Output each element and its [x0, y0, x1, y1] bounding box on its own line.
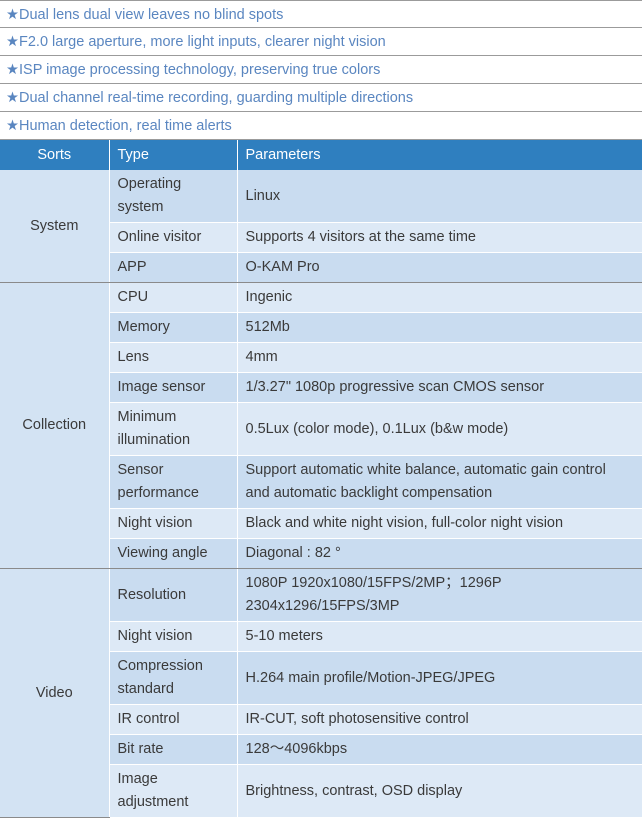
param-cell: Supports 4 visitors at the same time: [237, 222, 642, 253]
type-cell: Compression standard: [109, 651, 238, 705]
param-cell: 0.5Lux (color mode), 0.1Lux (b&w mode): [237, 402, 642, 456]
table-row: System Operating system Linux: [0, 170, 642, 283]
type-cell: Resolution: [109, 568, 238, 622]
header-sorts: Sorts: [0, 140, 110, 170]
type-cell: Bit rate: [109, 734, 238, 765]
param-cell: H.264 main profile/Motion-JPEG/JPEG: [237, 651, 642, 705]
type-cell: Online visitor: [109, 222, 238, 253]
table-row: Video Resolution 1080P 1920x1080/15FPS/2…: [0, 568, 642, 818]
param-cell: Ingenic: [237, 282, 642, 313]
type-cell: Lens: [109, 342, 238, 373]
feature-item: ★F2.0 large aperture, more light inputs,…: [0, 28, 642, 56]
star-icon: ★: [6, 118, 19, 134]
type-cell: Memory: [109, 312, 238, 343]
header-parameters: Parameters: [237, 140, 642, 170]
type-cell: Image adjustment: [109, 764, 238, 818]
star-icon: ★: [6, 7, 19, 23]
section-collection: Collection: [0, 282, 110, 569]
header-type: Type: [109, 140, 238, 170]
table-row: Collection CPU Ingenic: [0, 282, 642, 569]
star-icon: ★: [6, 90, 19, 106]
param-cell: 1/3.27" 1080p progressive scan CMOS sens…: [237, 372, 642, 403]
type-cell: CPU: [109, 282, 238, 313]
param-cell: 512Mb: [237, 312, 642, 343]
param-cell: Support automatic white balance, automat…: [237, 455, 642, 509]
param-cell: 5-10 meters: [237, 621, 642, 652]
param-cell: IR-CUT, soft photosensitive control: [237, 704, 642, 735]
param-cell: Black and white night vision, full-color…: [237, 508, 642, 539]
feature-item: ★Human detection, real time alerts: [0, 112, 642, 140]
section-video: Video: [0, 568, 110, 818]
star-icon: ★: [6, 34, 19, 50]
type-cell: Minimum illumination: [109, 402, 238, 456]
type-cell: Night vision: [109, 621, 238, 652]
type-cell: APP: [109, 252, 238, 283]
type-cell: Night vision: [109, 508, 238, 539]
feature-item: ★ISP image processing technology, preser…: [0, 56, 642, 84]
specs-table: Sorts Type Parameters System Operating s…: [0, 140, 642, 818]
param-cell: Linux: [237, 170, 642, 223]
param-cell: O-KAM Pro: [237, 252, 642, 283]
param-cell: 4mm: [237, 342, 642, 373]
param-cell: Brightness, contrast, OSD display: [237, 764, 642, 818]
type-cell: Viewing angle: [109, 538, 238, 569]
type-cell: Image sensor: [109, 372, 238, 403]
feature-list: ★Dual lens dual view leaves no blind spo…: [0, 0, 642, 140]
table-header-row: Sorts Type Parameters: [0, 140, 642, 170]
param-cell: 128～4096kbps: [237, 734, 642, 765]
feature-item: ★Dual channel real-time recording, guard…: [0, 84, 642, 112]
feature-item: ★Dual lens dual view leaves no blind spo…: [0, 0, 642, 28]
type-cell: Sensor performance: [109, 455, 238, 509]
type-cell: IR control: [109, 704, 238, 735]
section-system: System: [0, 170, 110, 283]
param-cell: 1080P 1920x1080/15FPS/2MP；1296P 2304x129…: [237, 568, 642, 622]
star-icon: ★: [6, 62, 19, 78]
param-cell: Diagonal : 82 °: [237, 538, 642, 569]
type-cell: Operating system: [109, 170, 238, 223]
